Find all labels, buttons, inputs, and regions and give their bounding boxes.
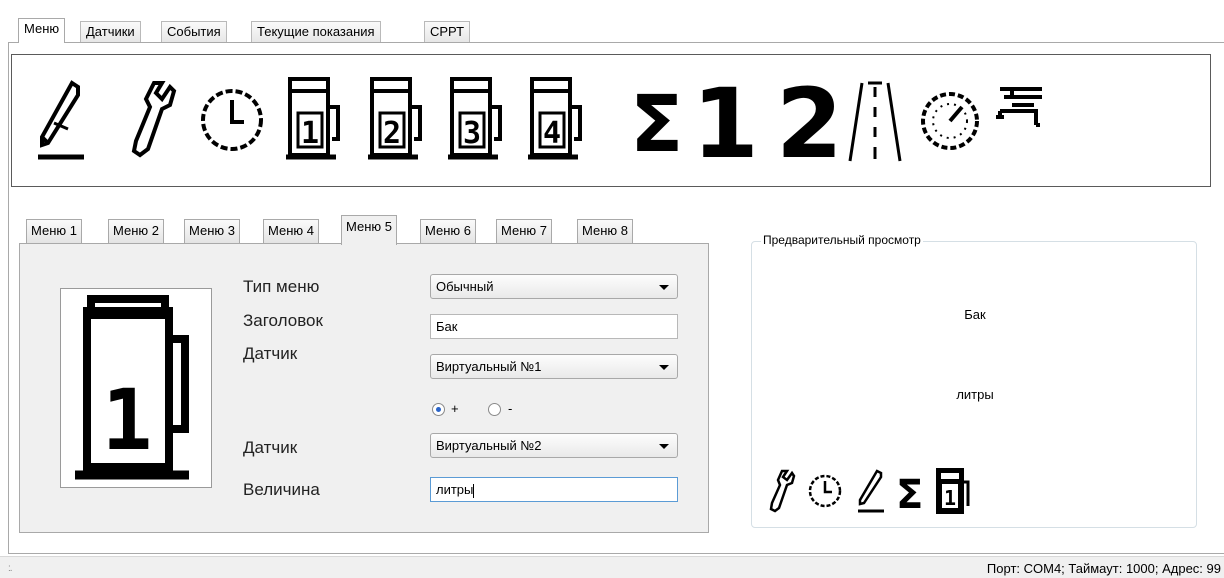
menu-type-select[interactable]: Обычный [430, 274, 678, 299]
sensor1-value: Виртуальный №1 [436, 359, 542, 374]
faucet-icon[interactable] [996, 87, 1042, 127]
tab-label: События [167, 24, 221, 39]
svg-text:1: 1 [102, 371, 153, 469]
op-plus-label: + [451, 401, 459, 416]
tab-menu-3[interactable]: Меню 3 [184, 219, 240, 243]
menu-type-label: Тип меню [243, 277, 320, 296]
title-label: Заголовок [243, 311, 323, 330]
chevron-down-icon [659, 365, 669, 370]
clock-icon [808, 474, 842, 508]
menu-5-panel: 1 Тип меню Обычный Заголовок Бак Датчик … [19, 243, 709, 533]
tab-sensors[interactable]: Датчики [80, 21, 141, 43]
svg-text:2: 2 [383, 116, 401, 151]
tab-menu-6[interactable]: Меню 6 [420, 219, 476, 243]
fuel-pump-3-icon[interactable]: 3 [448, 77, 502, 160]
tab-menu[interactable]: Меню [18, 18, 66, 43]
tab-menu-5[interactable]: Меню 5 [341, 215, 397, 245]
preview-unit: литры [956, 387, 994, 402]
tab-label: Меню [24, 21, 60, 36]
menu-type-value: Обычный [436, 279, 494, 294]
wrench-icon [769, 469, 796, 513]
svg-text:1: 1 [944, 486, 956, 510]
sensor2-label: Датчик [243, 438, 298, 457]
size-grip-icon[interactable]: :. [8, 563, 12, 574]
tab-current-readings[interactable]: Текущие показания [251, 21, 381, 43]
tab-label: Меню 6 [425, 223, 471, 238]
sensor1-label: Датчик [243, 344, 298, 363]
digit-2-icon[interactable]: 2 [776, 68, 843, 180]
tab-label: Меню 2 [113, 223, 159, 238]
tab-label: Текущие показания [257, 24, 375, 39]
fuel-pump-4-icon[interactable]: 4 [528, 77, 582, 160]
tab-label: Меню 7 [501, 223, 547, 238]
tab-label: Меню 3 [189, 223, 235, 238]
title-input[interactable]: Бак [430, 314, 678, 339]
sigma-icon[interactable]: Σ [630, 80, 683, 170]
unit-label: Величина [243, 480, 320, 499]
fuel-pump-1-icon: 1 [936, 468, 970, 514]
unit-input[interactable]: литры [430, 477, 678, 502]
unit-value: литры [436, 482, 474, 497]
clock-icon[interactable] [201, 89, 263, 151]
tab-events[interactable]: События [161, 21, 227, 43]
icon-strip: 1 2 3 4 Σ 1 2 [11, 54, 1211, 187]
fuel-pump-1-icon[interactable]: 1 [286, 77, 340, 160]
speedometer-icon[interactable] [921, 92, 979, 150]
sensor2-value: Виртуальный №2 [436, 438, 542, 453]
op-minus-radio[interactable] [488, 403, 501, 416]
road-icon[interactable] [848, 81, 902, 162]
preview-group: Бак литры Σ 1 [751, 241, 1197, 528]
chevron-down-icon [659, 285, 669, 290]
preview-legend: Предварительный просмотр [761, 233, 923, 247]
preview-title: Бак [964, 307, 986, 322]
selected-icon-box[interactable]: 1 [60, 288, 212, 488]
tab-label: СРРТ [430, 24, 465, 39]
tab-menu-7[interactable]: Меню 7 [496, 219, 552, 243]
fuel-pump-2-icon[interactable]: 2 [368, 77, 422, 160]
pencil-icon[interactable] [38, 80, 84, 160]
sigma-icon: Σ [896, 472, 923, 516]
op-plus-radio[interactable] [432, 403, 445, 416]
pencil-icon [858, 469, 884, 513]
sensor1-select[interactable]: Виртуальный №1 [430, 354, 678, 379]
svg-text:1: 1 [301, 116, 319, 151]
tab-menu-8[interactable]: Меню 8 [577, 219, 633, 243]
tab-label: Меню 8 [582, 223, 628, 238]
tab-label: Меню 5 [346, 219, 392, 234]
text-caret [473, 483, 475, 498]
chevron-down-icon [659, 444, 669, 449]
tab-menu-4[interactable]: Меню 4 [263, 219, 319, 243]
wrench-icon[interactable] [131, 81, 177, 158]
digit-1-icon[interactable]: 1 [692, 68, 759, 180]
tab-menu-2[interactable]: Меню 2 [108, 219, 164, 243]
tab-label: Меню 1 [31, 223, 77, 238]
status-text: Порт: COM4; Таймаут: 1000; Адрес: 99 [986, 561, 1221, 576]
sensor2-select[interactable]: Виртуальный №2 [430, 433, 678, 458]
tab-srrt[interactable]: СРРТ [424, 21, 471, 43]
tab-menu-1[interactable]: Меню 1 [26, 219, 82, 243]
status-bar: :. Порт: COM4; Таймаут: 1000; Адрес: 99 [0, 556, 1224, 578]
tab-label: Меню 4 [268, 223, 314, 238]
op-minus-label: - [508, 401, 513, 416]
svg-text:4: 4 [543, 116, 561, 151]
svg-text:3: 3 [463, 116, 481, 151]
fuel-pump-1-icon: 1 [75, 295, 189, 480]
tab-label: Датчики [86, 24, 135, 39]
